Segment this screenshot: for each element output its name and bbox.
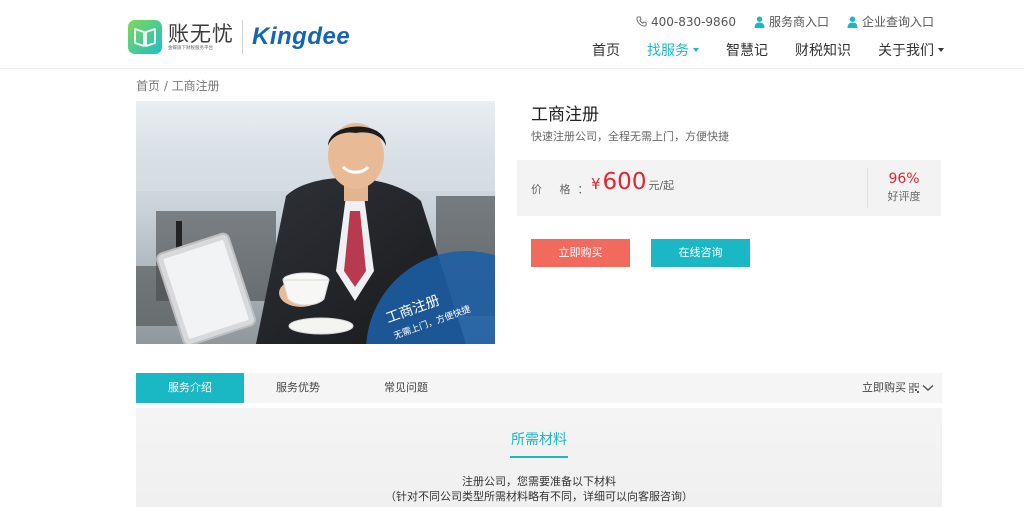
breadcrumb[interactable]: 首页 / 工商注册 <box>136 77 220 94</box>
rating-block: 96% 好评度 <box>881 171 927 204</box>
rating-percent: 96% <box>888 171 920 187</box>
logo-divider <box>242 20 243 54</box>
user-icon <box>754 16 765 28</box>
product-title: 工商注册 <box>531 105 599 125</box>
nav-about-label: 关于我们 <box>878 43 934 59</box>
required-materials-section: 所需材料 注册公司，您需要准备以下材料 （针对不同公司类型所需材料略有不同，详细… <box>136 408 942 507</box>
site-header: 账无忧 金蝶旗下财税服务平台 Kingdee 400-830-9860 服务商入… <box>0 0 1024 69</box>
kingdee-logo: Kingdee <box>252 23 351 50</box>
product-subtitle: 快速注册公司，全程无需上门，方便快捷 <box>531 130 729 143</box>
tab-service-advantages[interactable]: 服务优势 <box>244 373 352 403</box>
nav-zhihuiji-label: 智慧记 <box>726 43 768 59</box>
provider-entry-link[interactable]: 服务商入口 <box>754 13 829 30</box>
enterprise-query-label: 企业查询入口 <box>861 15 934 29</box>
chevron-down-icon <box>922 384 934 392</box>
provider-entry-label: 服务商入口 <box>768 15 829 29</box>
logo-tagline: 金蝶旗下财税服务平台 <box>168 44 214 51</box>
tab-service-intro[interactable]: 服务介绍 <box>136 373 244 403</box>
site-logo[interactable]: 账无忧 金蝶旗下财税服务平台 Kingdee <box>128 20 350 54</box>
logo-name: 账无忧 <box>168 21 234 46</box>
price-label: 价 格： <box>531 183 596 196</box>
chevron-down-icon <box>693 48 699 52</box>
phone-icon <box>636 16 647 27</box>
nav-about[interactable]: 关于我们 <box>878 40 944 60</box>
nav-tax-knowledge[interactable]: 财税知识 <box>795 40 851 60</box>
divider <box>867 168 868 208</box>
materials-note: （针对不同公司类型所需材料略有不同，详细可以向客服咨询） <box>385 490 693 503</box>
price-value: ¥ 600 元/起 <box>591 169 674 195</box>
price-amount: 600 <box>602 169 647 195</box>
user-icon <box>847 16 858 28</box>
detail-tabs: 服务介绍 服务优势 常见问题 立即购买 <box>136 373 942 403</box>
nav-home-label: 首页 <box>592 43 620 59</box>
phone-number: 400-830-9860 <box>650 14 736 29</box>
main-nav: 首页 找服务 智慧记 财税知识 关于我们 <box>565 40 944 60</box>
tab-buy-label: 立即购买 <box>862 381 906 394</box>
nav-find-service-label: 找服务 <box>647 43 689 59</box>
logo-book-icon <box>128 20 162 54</box>
qr-code-icon <box>909 383 919 393</box>
rating-label: 好评度 <box>887 190 921 203</box>
nav-home[interactable]: 首页 <box>592 40 620 60</box>
online-consult-button[interactable]: 在线咨询 <box>651 239 750 267</box>
phone-link[interactable]: 400-830-9860 <box>636 13 736 30</box>
tab-buy-now[interactable]: 立即购买 <box>862 373 934 403</box>
tab-faq[interactable]: 常见问题 <box>352 373 460 403</box>
nav-zhihuiji[interactable]: 智慧记 <box>726 40 768 60</box>
chevron-down-icon <box>938 48 944 52</box>
nav-find-service[interactable]: 找服务 <box>647 40 699 60</box>
price-panel: 价 格： ¥ 600 元/起 96% 好评度 <box>517 160 941 216</box>
top-bar: 400-830-9860 服务商入口 企业查询入口 <box>618 13 934 30</box>
materials-intro: 注册公司，您需要准备以下材料 <box>462 475 616 488</box>
section-title: 所需材料 <box>511 432 567 448</box>
hero-photo: 工商注册 无需上门，方便快捷 <box>136 101 495 344</box>
enterprise-query-link[interactable]: 企业查询入口 <box>847 13 934 30</box>
product-hero-image: 工商注册 无需上门，方便快捷 <box>136 101 495 344</box>
buy-now-button[interactable]: 立即购买 <box>531 239 630 267</box>
currency-symbol: ¥ <box>591 175 601 193</box>
price-unit: 元/起 <box>648 179 675 192</box>
section-underline <box>510 456 568 458</box>
nav-tax-knowledge-label: 财税知识 <box>795 43 851 59</box>
